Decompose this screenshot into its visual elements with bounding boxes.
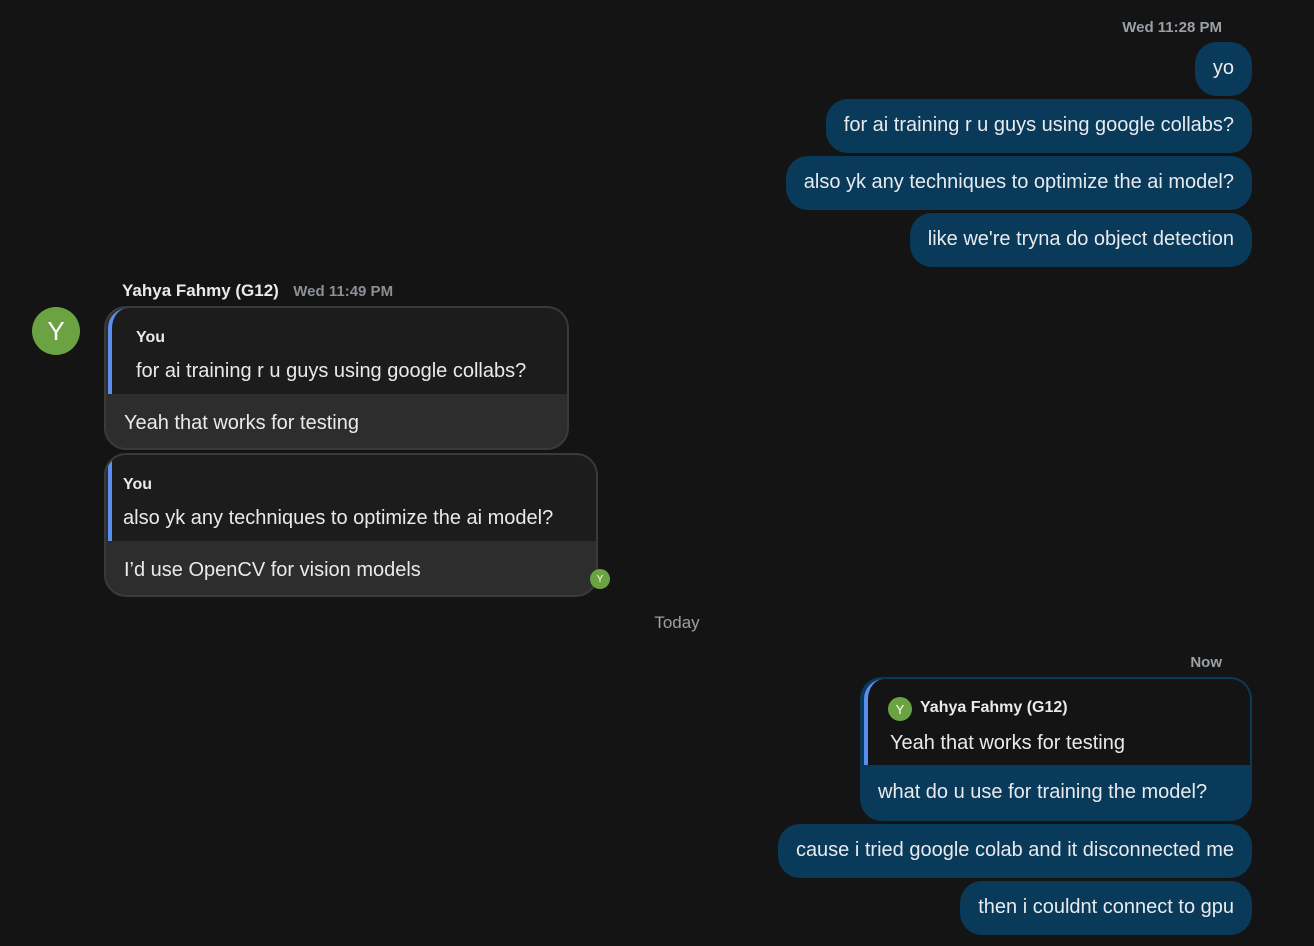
day-divider: Today <box>654 613 700 632</box>
message-timestamp: Wed 11:28 PM <box>1122 19 1222 36</box>
quoted-message[interactable]: You for ai training r u guys using googl… <box>108 308 567 394</box>
incoming-reply-message[interactable]: You also yk any techniques to optimize t… <box>104 453 598 597</box>
message-text: I’d use OpenCV for vision models <box>124 559 421 581</box>
outgoing-reply-message[interactable]: Y Yahya Fahmy (G12) Yeah that works for … <box>860 677 1252 821</box>
quote-author: You <box>136 329 166 346</box>
outgoing-message[interactable]: cause i tried google colab and it discon… <box>777 824 1252 878</box>
message-text: Yeah that works for testing <box>124 412 359 434</box>
message-timestamp: Now <box>1190 654 1222 671</box>
quote-text: also yk any techniques to optimize the a… <box>123 507 554 529</box>
sender-header: Yahya Fahmy (G12) Wed 11:49 PM <box>122 281 393 301</box>
quote-text: for ai training r u guys using google co… <box>136 360 527 382</box>
conversation-thread: Wed 11:28 PM yo for ai training r u guys… <box>0 0 1314 946</box>
outgoing-message[interactable]: then i couldnt connect to gpu <box>960 881 1252 935</box>
quoted-message[interactable]: You also yk any techniques to optimize t… <box>108 455 596 541</box>
outgoing-message[interactable]: yo <box>1194 42 1252 96</box>
quoted-message[interactable]: Y Yahya Fahmy (G12) Yeah that works for … <box>864 679 1250 765</box>
message-timestamp: Wed 11:49 PM <box>293 283 394 300</box>
outgoing-message[interactable]: for ai training r u guys using google co… <box>825 99 1252 153</box>
quote-author-avatar: Y <box>888 697 912 721</box>
quote-author: You <box>123 476 153 493</box>
outgoing-message[interactable]: also yk any techniques to optimize the a… <box>785 156 1252 210</box>
quote-author: Yahya Fahmy (G12) <box>920 699 1068 716</box>
read-receipt-avatar: Y <box>590 569 610 589</box>
message-text: what do u use for training the model? <box>878 781 1208 803</box>
incoming-reply-message[interactable]: You for ai training r u guys using googl… <box>104 306 569 450</box>
sender-name: Yahya Fahmy (G12) <box>122 281 279 300</box>
outgoing-message[interactable]: like we're tryna do object detection <box>909 213 1252 267</box>
sender-avatar[interactable]: Y <box>32 307 80 355</box>
quote-text: Yeah that works for testing <box>890 732 1125 754</box>
